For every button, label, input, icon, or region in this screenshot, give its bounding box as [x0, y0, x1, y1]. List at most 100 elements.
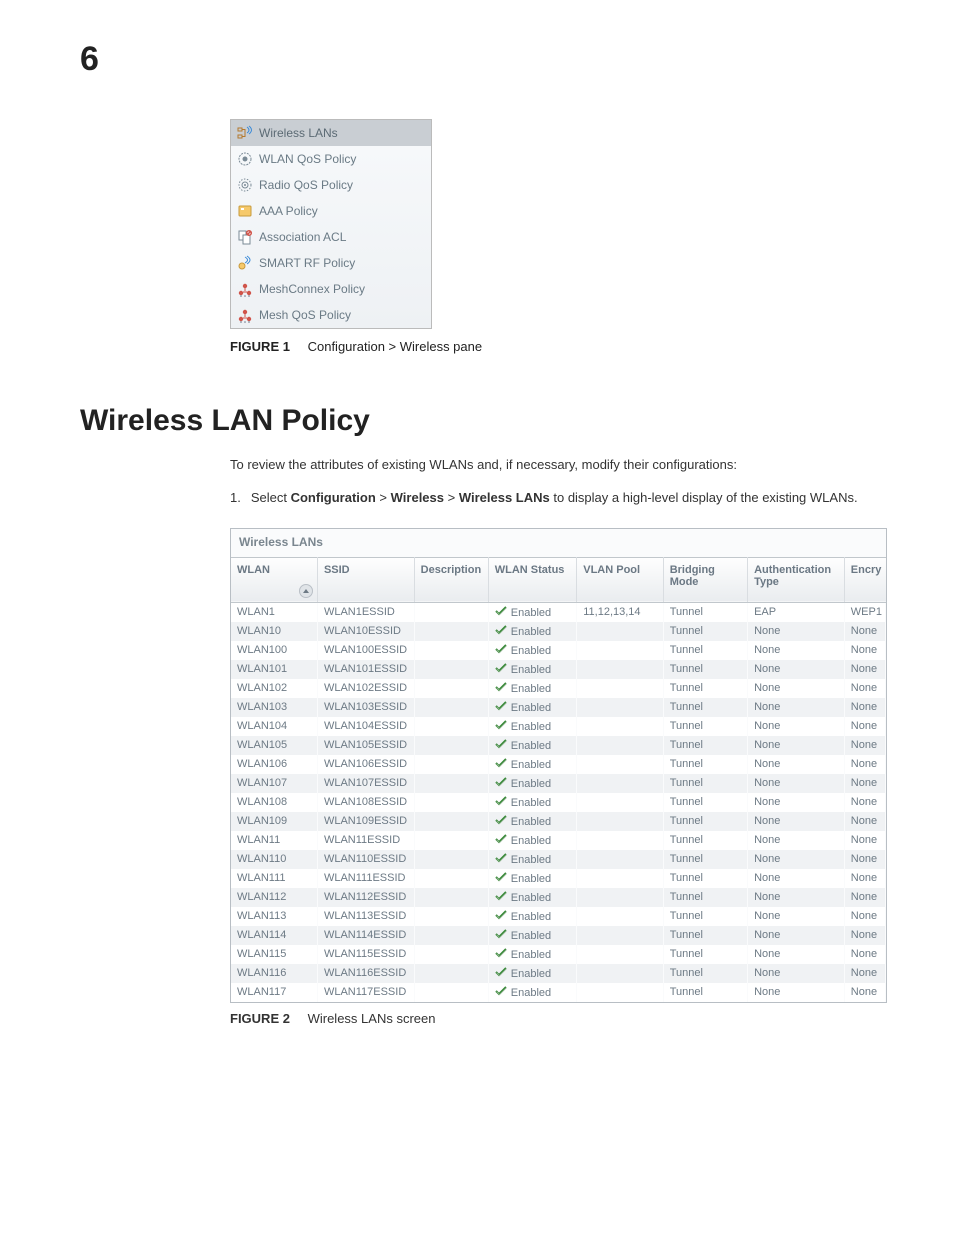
check-icon	[495, 929, 507, 939]
cell-enc: None	[844, 698, 885, 717]
cell-status: Enabled	[488, 850, 577, 869]
col-ssid[interactable]: SSID	[317, 557, 414, 602]
cell-status: Enabled	[488, 983, 577, 1002]
table-row[interactable]: WLAN105WLAN105ESSIDEnabledTunnelNoneNone	[231, 736, 886, 755]
cell-pool	[577, 717, 663, 736]
cell-enc: None	[844, 660, 885, 679]
cell-status: Enabled	[488, 964, 577, 983]
intro-text: To review the attributes of existing WLA…	[230, 456, 884, 475]
tree-item-smart-rf-policy[interactable]: SMART RF Policy	[231, 250, 431, 276]
table-row[interactable]: WLAN10WLAN10ESSIDEnabledTunnelNoneNone	[231, 622, 886, 641]
cell-wlan: WLAN105	[231, 736, 317, 755]
cell-auth: None	[748, 641, 845, 660]
cell-pool: 11,12,13,14	[577, 602, 663, 622]
cell-enc: None	[844, 869, 885, 888]
col-auth[interactable]: Authentication Type	[748, 557, 845, 602]
check-icon	[495, 606, 507, 616]
cell-bridge: Tunnel	[663, 736, 747, 755]
check-icon	[495, 739, 507, 749]
cell-ssid: WLAN102ESSID	[317, 679, 414, 698]
cell-ssid: WLAN116ESSID	[317, 964, 414, 983]
table-row[interactable]: WLAN115WLAN115ESSIDEnabledTunnelNoneNone	[231, 945, 886, 964]
table-row[interactable]: WLAN109WLAN109ESSIDEnabledTunnelNoneNone	[231, 812, 886, 831]
table-row[interactable]: WLAN107WLAN107ESSIDEnabledTunnelNoneNone	[231, 774, 886, 793]
cell-status: Enabled	[488, 698, 577, 717]
figure2-text: Wireless LANs screen	[308, 1011, 436, 1026]
cell-wlan: WLAN110	[231, 850, 317, 869]
table-row[interactable]: WLAN116WLAN116ESSIDEnabledTunnelNoneNone	[231, 964, 886, 983]
radio-qos-policy-icon	[237, 177, 253, 193]
table-row[interactable]: WLAN102WLAN102ESSIDEnabledTunnelNoneNone	[231, 679, 886, 698]
tree-item-label: Mesh QoS Policy	[259, 305, 351, 325]
cell-bridge: Tunnel	[663, 793, 747, 812]
cell-enc: None	[844, 888, 885, 907]
table-row[interactable]: WLAN113WLAN113ESSIDEnabledTunnelNoneNone	[231, 907, 886, 926]
table-row[interactable]: WLAN106WLAN106ESSIDEnabledTunnelNoneNone	[231, 755, 886, 774]
table-row[interactable]: WLAN104WLAN104ESSIDEnabledTunnelNoneNone	[231, 717, 886, 736]
col-vlan-pool[interactable]: VLAN Pool	[577, 557, 663, 602]
cell-wlan: WLAN113	[231, 907, 317, 926]
check-icon	[495, 796, 507, 806]
cell-auth: None	[748, 698, 845, 717]
check-icon	[495, 910, 507, 920]
col-status[interactable]: WLAN Status	[488, 557, 577, 602]
table-row[interactable]: WLAN110WLAN110ESSIDEnabledTunnelNoneNone	[231, 850, 886, 869]
table-row[interactable]: WLAN108WLAN108ESSIDEnabledTunnelNoneNone	[231, 793, 886, 812]
cell-bridge: Tunnel	[663, 831, 747, 850]
cell-desc	[414, 907, 488, 926]
cell-ssid: WLAN103ESSID	[317, 698, 414, 717]
tree-item-radio-qos-policy[interactable]: Radio QoS Policy	[231, 172, 431, 198]
col-description[interactable]: Description	[414, 557, 488, 602]
table-row[interactable]: WLAN117WLAN117ESSIDEnabledTunnelNoneNone	[231, 983, 886, 1002]
col-bridging[interactable]: Bridging Mode	[663, 557, 747, 602]
cell-wlan: WLAN107	[231, 774, 317, 793]
table-row[interactable]: WLAN114WLAN114ESSIDEnabledTunnelNoneNone	[231, 926, 886, 945]
cell-enc: None	[844, 926, 885, 945]
cell-wlan: WLAN115	[231, 945, 317, 964]
tree-item-aaa-policy[interactable]: AAA Policy	[231, 198, 431, 224]
wlan-qos-policy-icon	[237, 151, 253, 167]
tree-item-meshconnex-policy[interactable]: MeshConnex Policy	[231, 276, 431, 302]
mesh-qos-policy-icon	[237, 307, 253, 323]
table-row[interactable]: WLAN103WLAN103ESSIDEnabledTunnelNoneNone	[231, 698, 886, 717]
table-row[interactable]: WLAN101WLAN101ESSIDEnabledTunnelNoneNone	[231, 660, 886, 679]
cell-ssid: WLAN1ESSID	[317, 602, 414, 622]
check-icon	[495, 891, 507, 901]
table-row[interactable]: WLAN1WLAN1ESSIDEnabled11,12,13,14TunnelE…	[231, 602, 886, 622]
cell-pool	[577, 907, 663, 926]
tree-item-wireless-lans[interactable]: Wireless LANs	[231, 120, 431, 146]
tree-item-wlan-qos-policy[interactable]: WLAN QoS Policy	[231, 146, 431, 172]
check-icon	[495, 701, 507, 711]
tree-item-mesh-qos-policy[interactable]: Mesh QoS Policy	[231, 302, 431, 328]
cell-pool	[577, 698, 663, 717]
cell-pool	[577, 622, 663, 641]
check-icon	[495, 834, 507, 844]
section-heading: Wireless LAN Policy	[80, 404, 884, 438]
check-icon	[495, 625, 507, 635]
cell-status: Enabled	[488, 660, 577, 679]
table-row[interactable]: WLAN11WLAN11ESSIDEnabledTunnelNoneNone	[231, 831, 886, 850]
check-icon	[495, 948, 507, 958]
cell-desc	[414, 717, 488, 736]
check-icon	[495, 720, 507, 730]
cell-ssid: WLAN108ESSID	[317, 793, 414, 812]
cell-desc	[414, 736, 488, 755]
cell-auth: None	[748, 888, 845, 907]
cell-bridge: Tunnel	[663, 926, 747, 945]
col-encryption[interactable]: Encry	[844, 557, 885, 602]
table-row[interactable]: WLAN111WLAN111ESSIDEnabledTunnelNoneNone	[231, 869, 886, 888]
panel-title: Wireless LANs	[231, 529, 886, 557]
table-row[interactable]: WLAN100WLAN100ESSIDEnabledTunnelNoneNone	[231, 641, 886, 660]
cell-pool	[577, 679, 663, 698]
table-row[interactable]: WLAN112WLAN112ESSIDEnabledTunnelNoneNone	[231, 888, 886, 907]
cell-pool	[577, 736, 663, 755]
col-wlan[interactable]: WLAN	[231, 557, 317, 602]
check-icon	[495, 682, 507, 692]
cell-enc: None	[844, 793, 885, 812]
cell-wlan: WLAN116	[231, 964, 317, 983]
cell-status: Enabled	[488, 793, 577, 812]
sort-asc-icon[interactable]	[299, 584, 313, 598]
cell-ssid: WLAN111ESSID	[317, 869, 414, 888]
tree-item-association-acl[interactable]: Association ACL	[231, 224, 431, 250]
cell-pool	[577, 869, 663, 888]
